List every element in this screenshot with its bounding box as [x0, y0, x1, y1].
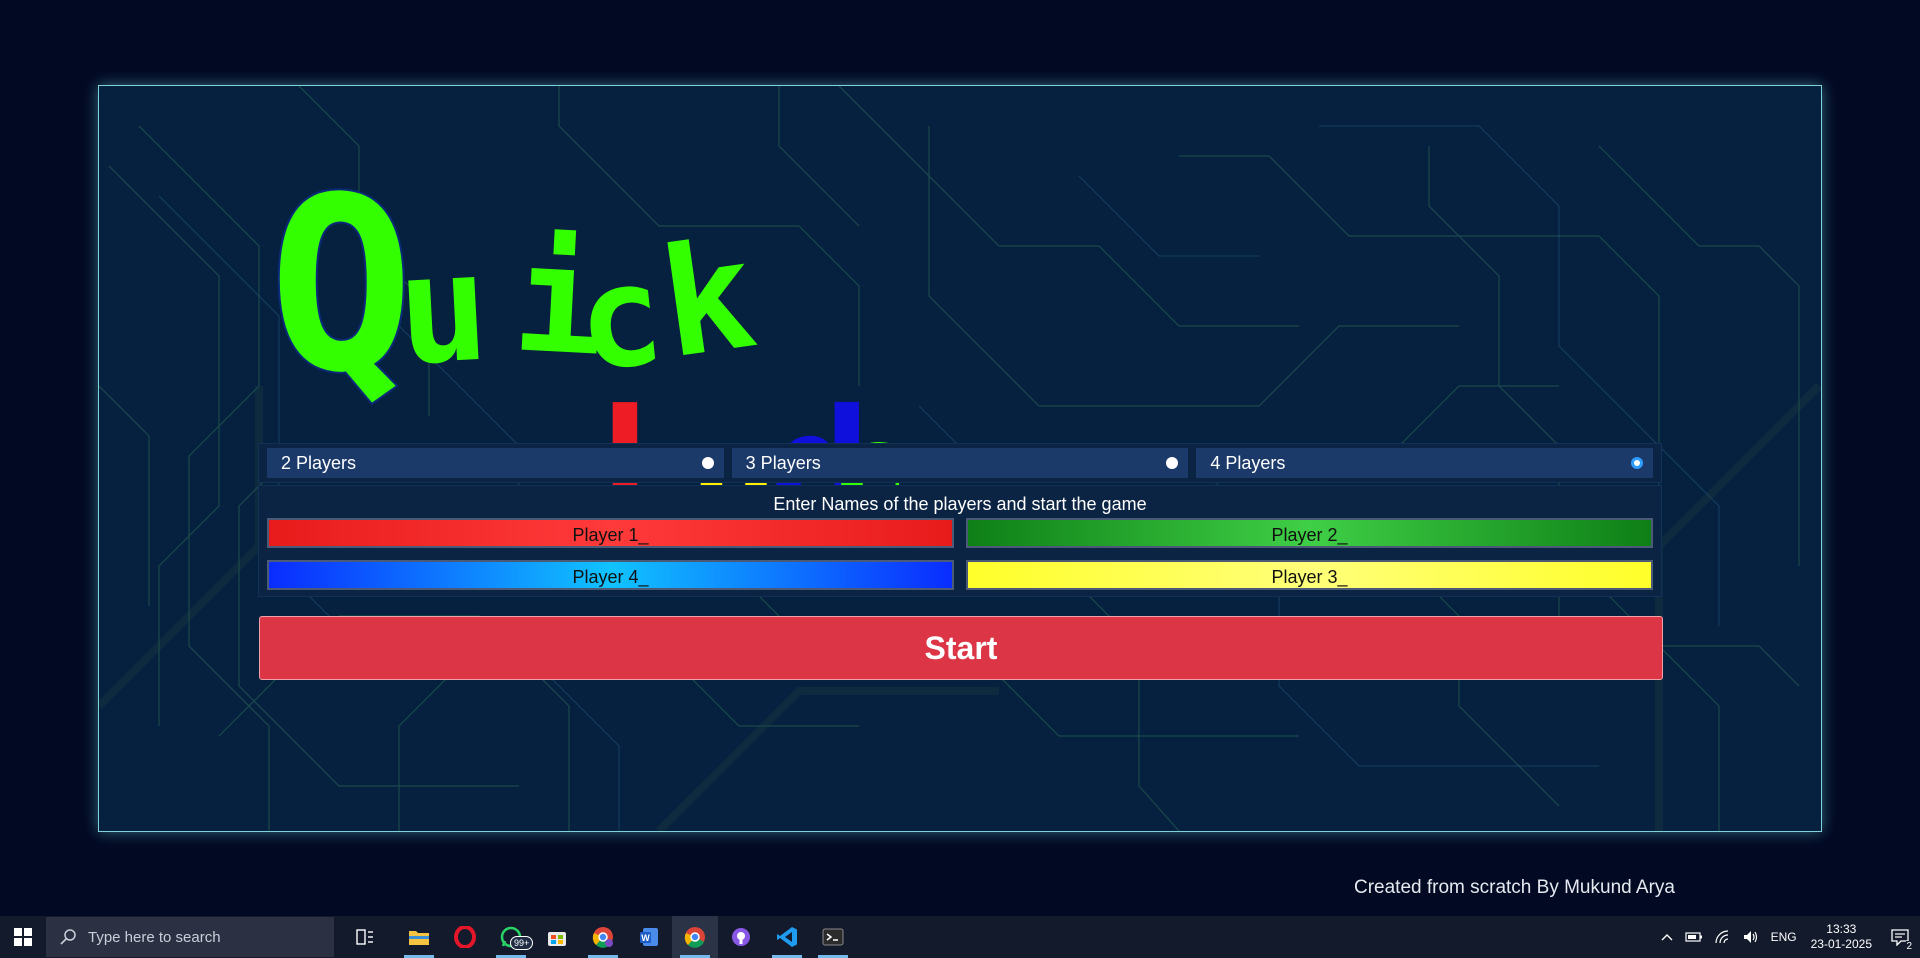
file-explorer-icon	[409, 931, 429, 945]
logo-letter-q: Q	[269, 146, 413, 428]
chrome-profile-icon	[592, 927, 613, 948]
opera-icon	[454, 926, 476, 948]
player-count-selector: 2 Players 3 Players 4 Players	[258, 443, 1662, 483]
player-names-box: Enter Names of the players and start the…	[258, 485, 1662, 597]
volume-button[interactable]	[1737, 930, 1765, 944]
word-icon: W	[640, 928, 658, 946]
logo-letter-k: k	[651, 208, 765, 393]
whatsapp-button[interactable]: 99+	[488, 916, 534, 958]
option-4-players[interactable]: 4 Players	[1196, 448, 1654, 478]
credit-text: Created from scratch By Mukund Arya	[1353, 877, 1675, 898]
vscode-icon	[777, 927, 797, 947]
store-icon	[548, 932, 566, 946]
vscode-button[interactable]	[764, 916, 810, 958]
option-2-players[interactable]: 2 Players	[267, 448, 724, 478]
language-indicator[interactable]: ENG	[1765, 930, 1803, 944]
github-icon	[732, 928, 750, 946]
wifi-icon	[1714, 930, 1728, 944]
start-button[interactable]: Start	[259, 616, 1663, 680]
option-label: 2 Players	[281, 452, 357, 473]
windows-start-button[interactable]	[0, 916, 46, 958]
terminal-icon	[822, 928, 844, 946]
chevron-up-icon	[1661, 934, 1673, 941]
radio-4-players[interactable]	[1631, 457, 1644, 469]
word-button[interactable]: W	[626, 916, 672, 958]
notification-center-button[interactable]: 2	[1880, 928, 1920, 952]
chrome-profile-button[interactable]	[580, 916, 626, 958]
search-placeholder: Type here to search	[88, 928, 221, 946]
clock[interactable]: 13:33 23-01-2025	[1803, 922, 1880, 952]
svg-text:W: W	[641, 933, 650, 943]
radio-3-players[interactable]	[1166, 457, 1179, 469]
network-button[interactable]	[1709, 930, 1737, 944]
show-hidden-icons-button[interactable]	[1655, 933, 1679, 941]
battery-button[interactable]	[1679, 931, 1709, 943]
whatsapp-badge: 99+	[510, 936, 534, 950]
chrome-button[interactable]	[672, 916, 718, 958]
radio-2-players[interactable]	[701, 457, 714, 469]
taskbar-search-box[interactable]: Type here to search	[46, 917, 334, 957]
github-button[interactable]	[718, 916, 764, 958]
battery-icon	[1684, 932, 1702, 942]
store-button[interactable]	[534, 916, 580, 958]
setup-panel: 2 Players 3 Players 4 Players Enter Name…	[258, 443, 1662, 597]
option-label: 4 Players	[1210, 452, 1286, 473]
option-label: 3 Players	[745, 452, 821, 473]
system-tray: ENG 13:33 23-01-2025 2	[1655, 916, 1920, 958]
file-explorer-button[interactable]	[396, 916, 442, 958]
game-frame: Q u i c k L u d o 2 Players 3 Players 4 …	[98, 85, 1822, 832]
player-4-name-field[interactable]: Player 4_	[267, 560, 954, 590]
player-name-fields: Player 1_ Player 2_ Player 4_ Player 3_	[267, 518, 1653, 590]
player-3-name-field[interactable]: Player 3_	[966, 560, 1653, 590]
search-icon	[60, 929, 76, 945]
option-3-players[interactable]: 3 Players	[731, 448, 1189, 478]
clock-time: 13:33	[1826, 922, 1857, 936]
player-2-name-field[interactable]: Player 2_	[966, 518, 1653, 548]
speaker-icon	[1743, 931, 1757, 943]
names-instruction: Enter Names of the players and start the…	[773, 494, 1147, 514]
task-view-button[interactable]	[342, 916, 388, 958]
clock-date: 23-01-2025	[1810, 937, 1872, 951]
chrome-icon	[684, 927, 705, 948]
notification-count: 2	[1906, 941, 1912, 952]
opera-button[interactable]	[442, 916, 488, 958]
terminal-button[interactable]	[810, 916, 856, 958]
logo-letter-u: u	[394, 221, 493, 399]
player-1-name-field[interactable]: Player 1_	[267, 518, 954, 548]
windows-icon	[14, 928, 32, 946]
taskbar: Type here to search 99+ W ENG 13:33 23-0…	[0, 916, 1920, 958]
task-view-icon	[356, 929, 373, 945]
